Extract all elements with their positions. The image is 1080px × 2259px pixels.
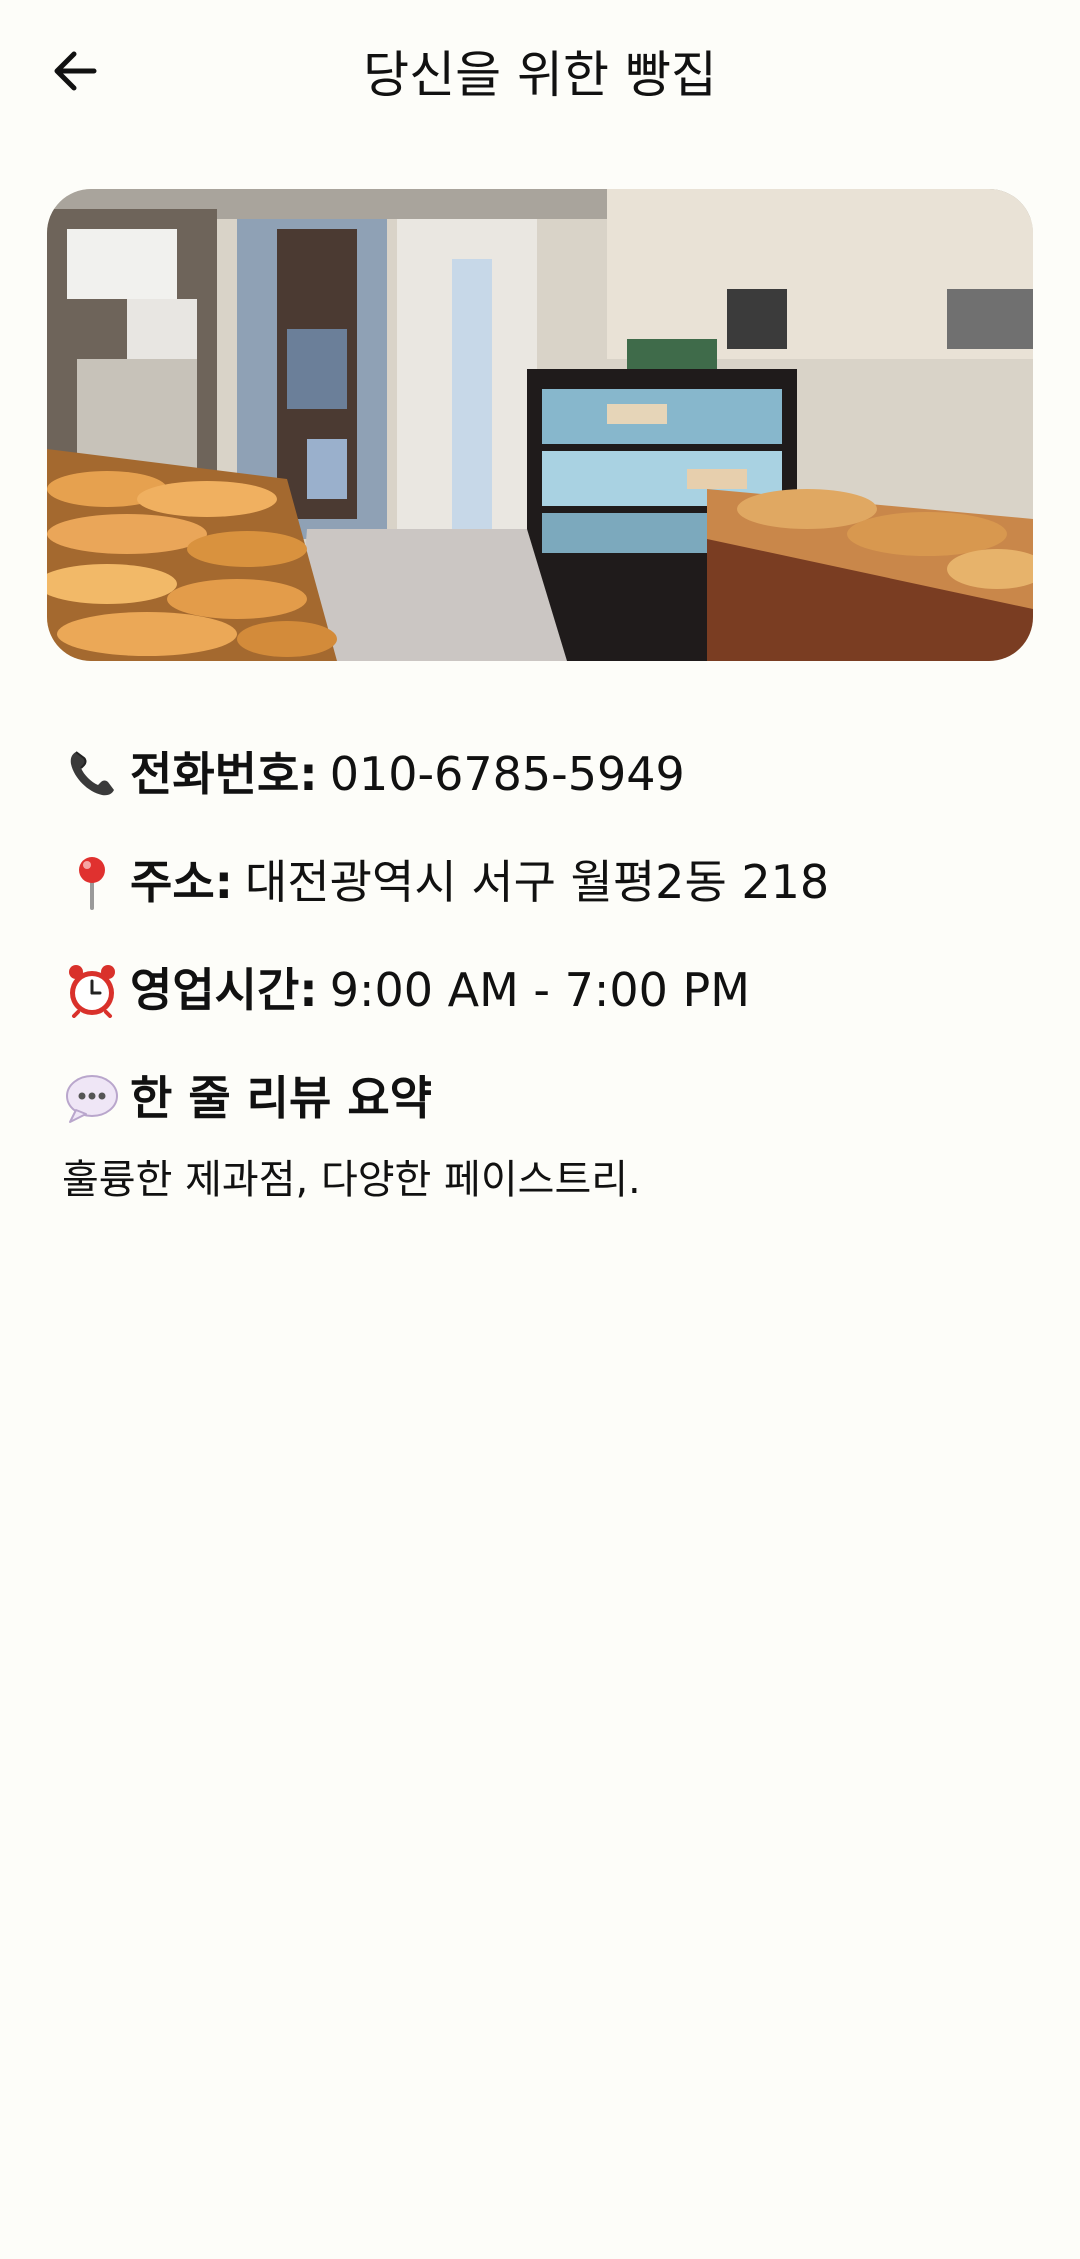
telephone-icon	[62, 744, 122, 804]
review-summary-text: 훌륭한 제과점, 다양한 페이스트리.	[62, 1157, 641, 1203]
address-value: 대전광역시 서구 월평2동 218	[245, 855, 830, 909]
review-heading: 한 줄 리뷰 요약	[130, 1071, 432, 1125]
hours-label: 영업시간:	[130, 963, 318, 1017]
bakery-photo	[47, 189, 1033, 661]
phone-label: 전화번호:	[130, 747, 318, 801]
app-bar: 당신을 위한 빵집	[0, 0, 1080, 150]
map-pin-icon	[62, 852, 122, 912]
page-title: 당신을 위한 빵집	[363, 46, 717, 104]
phone-row: 전화번호: 010-6785-5949	[62, 744, 1042, 804]
hours-value: 9:00 AM - 7:00 PM	[329, 963, 750, 1017]
review-heading-row: 한 줄 리뷰 요약	[62, 1068, 1042, 1128]
phone-value[interactable]: 010-6785-5949	[330, 744, 685, 804]
alarm-clock-icon	[62, 960, 122, 1020]
address-row: 주소: 대전광역시 서구 월평2동 218	[62, 852, 1042, 912]
speech-bubble-icon	[62, 1068, 122, 1128]
address-label: 주소:	[130, 855, 234, 909]
hours-row: 영업시간: 9:00 AM - 7:00 PM	[62, 960, 1042, 1020]
